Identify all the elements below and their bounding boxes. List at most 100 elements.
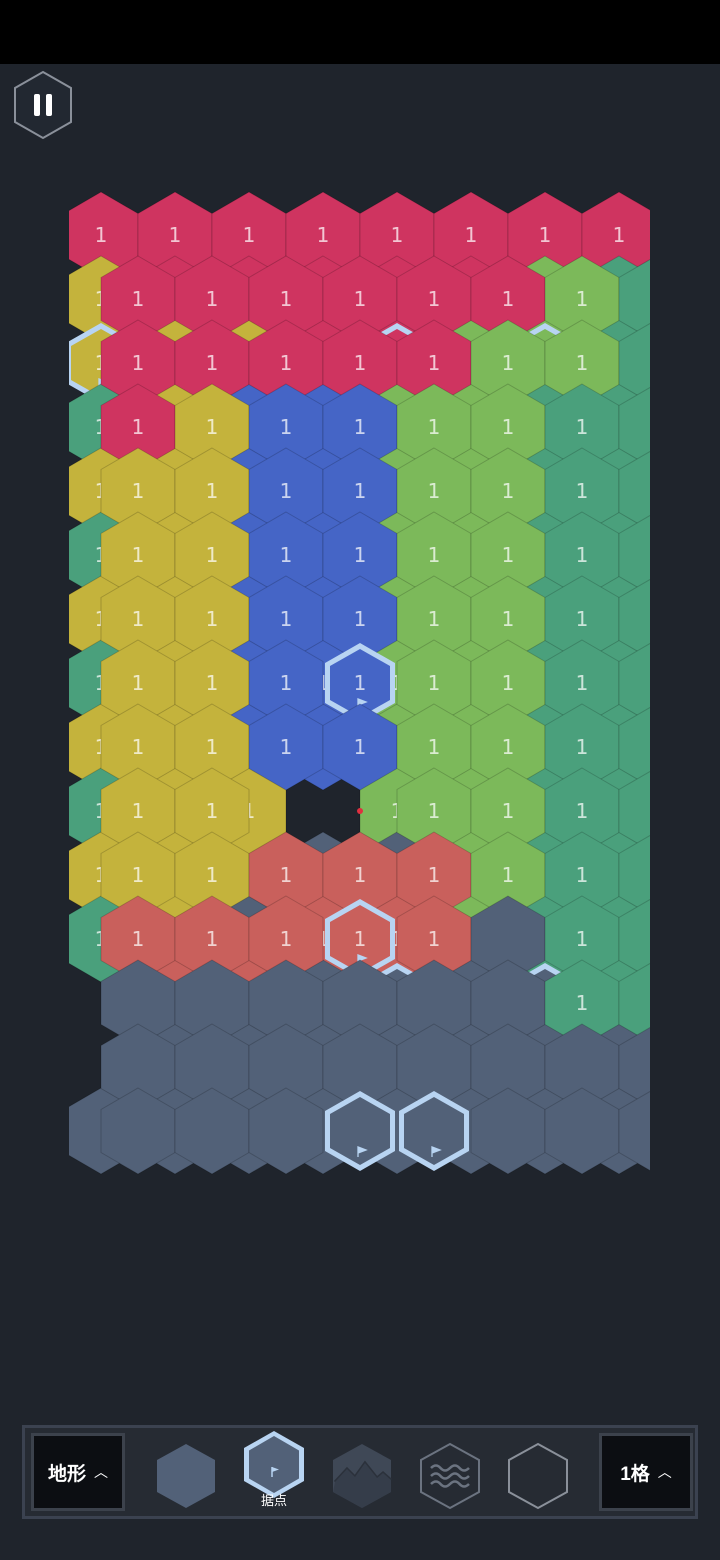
hex-value: 1 (428, 415, 441, 439)
size-dropdown-label: 1格 (620, 1463, 650, 1485)
hex-value: 1 (206, 543, 219, 567)
hex-outline-icon (508, 1442, 568, 1510)
cursor-dot (357, 808, 363, 814)
hex-value: 1 (502, 351, 515, 375)
hex-value: 1 (354, 927, 367, 951)
hex-value: 1 (132, 799, 145, 823)
hex-value: 1 (317, 223, 330, 247)
hex-value: 1 (576, 927, 589, 951)
hex-value: 1 (280, 415, 293, 439)
hex-value: 1 (280, 351, 293, 375)
hex-value: 1 (206, 735, 219, 759)
tool-mountain[interactable] (329, 1436, 395, 1510)
hex-value: 1 (502, 287, 515, 311)
hex-value: 1 (428, 287, 441, 311)
hex-value: 1 (280, 863, 293, 887)
chevron-up-icon: ︿ (657, 1464, 672, 1480)
hex-value: 1 (576, 479, 589, 503)
hex-value: 1 (132, 735, 145, 759)
hex-value: 1 (502, 671, 515, 695)
hex-value: 1 (502, 799, 515, 823)
tool-base[interactable]: 据点 (241, 1428, 307, 1508)
hex-value: 1 (280, 479, 293, 503)
hex-value: 1 (502, 735, 515, 759)
hex-value: 1 (465, 223, 478, 247)
hex-value: 1 (206, 607, 219, 631)
hex-value: 1 (576, 991, 589, 1015)
hex-value: 1 (354, 863, 367, 887)
hex-value: 1 (354, 671, 367, 695)
hex-grid[interactable]: 1 1 1 1 1 1 1 1 1 1 1 1 1 1 1 1 1 1 1 1 1 1 1 1 1 1 1 1 1 1 1 1 1 1 1 1 1 1 1 1… (69, 160, 650, 1425)
hex-value: 1 (502, 415, 515, 439)
hex-value: 1 (502, 863, 515, 887)
hex-value: 1 (206, 479, 219, 503)
hex-value: 1 (428, 607, 441, 631)
hex-value: 1 (502, 479, 515, 503)
status-bar (0, 0, 720, 64)
hex-value: 1 (280, 671, 293, 695)
hex-value: 1 (132, 479, 145, 503)
hex-value: 1 (354, 735, 367, 759)
hex-value: 1 (132, 863, 145, 887)
hex-value: 1 (576, 863, 589, 887)
hex-value: 1 (132, 927, 145, 951)
hex-plain-icon (157, 1444, 215, 1508)
hex-value: 1 (280, 927, 293, 951)
hex-value: 1 (132, 351, 145, 375)
hex-value: 1 (132, 287, 145, 311)
hex-value: 1 (280, 735, 293, 759)
hex-value: 1 (280, 287, 293, 311)
hex-value: 1 (354, 479, 367, 503)
hex-value: 1 (132, 607, 145, 631)
hex-board[interactable]: 1 1 1 1 1 1 1 1 1 1 1 1 1 1 1 1 1 1 1 1 1 1 1 1 1 1 1 1 1 1 1 1 1 1 1 1 1 1 1 1… (69, 160, 650, 1425)
hex-value: 1 (502, 607, 515, 631)
hex-value: 1 (428, 479, 441, 503)
hex-value: 1 (502, 543, 515, 567)
hex-value: 1 (576, 287, 589, 311)
hex-value: 1 (354, 543, 367, 567)
hex-value: 1 (576, 799, 589, 823)
hex-value: 1 (132, 671, 145, 695)
terrain-dropdown-label: 地形 (47, 1463, 86, 1485)
hex-value: 1 (576, 415, 589, 439)
hex-value: 1 (428, 927, 441, 951)
hex-value: 1 (206, 415, 219, 439)
hex-value: 1 (95, 223, 108, 247)
hex-value: 1 (206, 287, 219, 311)
hex-value: 1 (576, 735, 589, 759)
hex-value: 1 (206, 351, 219, 375)
tool-empty[interactable] (505, 1436, 571, 1510)
pause-icon (14, 70, 72, 140)
hex-value: 1 (539, 223, 552, 247)
hex-value: 1 (354, 351, 367, 375)
hex-value: 1 (391, 223, 404, 247)
hex-value: 1 (132, 415, 145, 439)
hex-value: 1 (354, 607, 367, 631)
hex-value: 1 (428, 863, 441, 887)
size-dropdown[interactable]: 1格 ︿ (599, 1433, 693, 1511)
hex-value: 1 (576, 543, 589, 567)
tool-base-label: 据点 (260, 1493, 287, 1508)
hex-mountain-icon (333, 1444, 392, 1508)
hex-value: 1 (576, 351, 589, 375)
hex-value: 1 (576, 671, 589, 695)
tool-water[interactable] (417, 1436, 483, 1510)
hex-value: 1 (354, 415, 367, 439)
terrain-toolbar: 地形 ︿ 据点 1格 ︿ (22, 1425, 698, 1519)
hex-value: 1 (206, 799, 219, 823)
hex-value: 1 (206, 927, 219, 951)
hex-value: 1 (428, 735, 441, 759)
hex-value: 1 (206, 863, 219, 887)
hex-value: 1 (169, 223, 182, 247)
hex-value: 1 (280, 607, 293, 631)
hex-wave-icon (420, 1442, 480, 1510)
hex-value: 1 (280, 543, 293, 567)
terrain-dropdown[interactable]: 地形 ︿ (31, 1433, 125, 1511)
tool-plain[interactable] (153, 1436, 219, 1510)
hex-value: 1 (243, 223, 256, 247)
hex-value: 1 (428, 351, 441, 375)
chevron-up-icon: ︿ (94, 1464, 108, 1480)
hex-value: 1 (428, 543, 441, 567)
hex-value: 1 (428, 671, 441, 695)
pause-button[interactable] (12, 70, 74, 140)
